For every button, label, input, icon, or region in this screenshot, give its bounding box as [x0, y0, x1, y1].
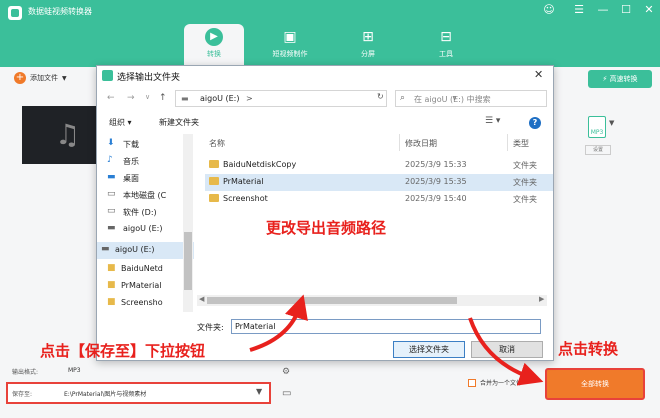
arrow-to-convert — [468, 317, 544, 386]
arrow-to-folder-input — [249, 294, 308, 352]
annotation-click-dropdown: 点击【保存至】下拉按钮 — [40, 342, 206, 360]
annotation-change-path: 更改导出音频路径 — [266, 219, 387, 237]
annotation-click-convert: 点击转换 — [558, 340, 619, 358]
